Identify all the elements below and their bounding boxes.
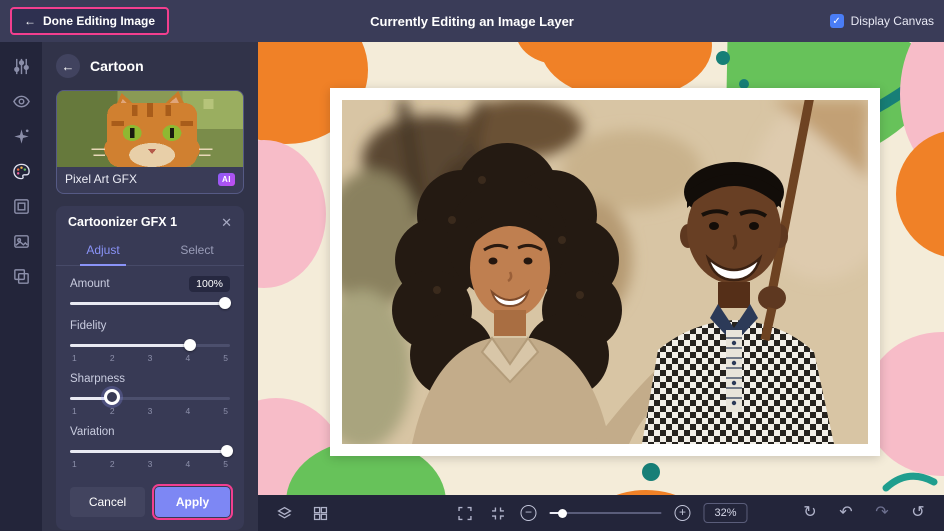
variation-slider-handle[interactable] (220, 445, 233, 457)
cartoon-panel: ← Cartoon Pixel Art GFX AI Cartoonizer G… (42, 42, 258, 531)
variation-control: Variation 1 2 3 4 5 (70, 424, 233, 469)
display-canvas-checkbox[interactable]: ✓ (829, 14, 844, 28)
page-title: Currently Editing an Image Layer (370, 13, 574, 29)
slider-fill (70, 302, 226, 305)
effects-icon[interactable] (11, 126, 31, 146)
canvas-toolbar: − + 32% ↻ ↶ ↷ ↺ (258, 495, 944, 531)
fidelity-ticks: 1 2 3 4 5 (70, 353, 230, 363)
cartoon-palette-icon[interactable] (11, 161, 31, 181)
zoom-in-icon[interactable]: + (674, 505, 691, 521)
cartoonizer-card: Cartoonizer GFX 1 ✕ Adjust Select Amount… (56, 206, 244, 530)
cancel-button[interactable]: Cancel (70, 487, 145, 517)
fit-to-screen-icon[interactable] (487, 503, 507, 523)
amount-control: Amount 100% (70, 276, 232, 310)
sharpness-control: Sharpness 1 2 3 4 5 (70, 371, 230, 416)
overlays-icon[interactable] (11, 231, 31, 251)
apply-button[interactable]: Apply (152, 484, 233, 520)
tick-label: 2 (109, 353, 115, 363)
sharpness-slider-handle[interactable] (103, 389, 120, 405)
textures-icon[interactable] (11, 266, 31, 286)
main-area: ← Cartoon Pixel Art GFX AI Cartoonizer G… (0, 42, 944, 531)
tab-adjust[interactable]: Adjust (56, 236, 150, 266)
top-bar: ← Done Editing Image Currently Editing a… (0, 0, 944, 42)
zoom-slider-handle[interactable] (558, 508, 568, 518)
tick-label: 3 (147, 353, 153, 363)
cartoon-couple-artwork (342, 100, 868, 444)
display-canvas-label: Display Canvas (850, 14, 934, 28)
fidelity-slider-handle[interactable] (184, 339, 196, 351)
tick-label: 4 (185, 459, 191, 469)
undo-icon[interactable]: ↶ (836, 503, 856, 523)
back-button[interactable]: ← (56, 54, 80, 78)
frames-icon[interactable] (11, 196, 31, 216)
variation-slider[interactable] (70, 444, 233, 458)
fidelity-label: Fidelity (70, 320, 107, 332)
tick-label: 3 (147, 406, 153, 416)
fidelity-slider[interactable] (70, 338, 230, 352)
cat-thumbnail-image (57, 91, 243, 167)
rotate-icon[interactable]: ↻ (800, 503, 820, 523)
amount-slider-handle[interactable] (219, 297, 232, 309)
tick-label: 1 (72, 406, 77, 416)
variation-ticks: 1 2 3 4 5 (70, 459, 230, 469)
adjust-icon[interactable] (11, 56, 31, 76)
history-icon[interactable]: ↺ (908, 503, 928, 523)
tick-label: 1 (72, 459, 77, 469)
tick-label: 4 (185, 353, 191, 363)
eye-icon[interactable] (11, 91, 31, 111)
panel-title: Cartoon (90, 58, 144, 74)
tick-label: 1 (72, 353, 77, 363)
slider-fill (70, 450, 227, 453)
layers-icon[interactable] (274, 503, 294, 523)
display-canvas-control: ✓ Display Canvas (829, 14, 934, 28)
tick-label: 5 (223, 459, 228, 469)
fullscreen-icon[interactable] (454, 503, 474, 523)
arrow-left-icon: ← (24, 14, 36, 28)
sharpness-ticks: 1 2 3 4 5 (70, 406, 230, 416)
canvas-area[interactable]: − + 32% ↻ ↶ ↷ ↺ (258, 42, 944, 531)
tick-label: 5 (223, 353, 228, 363)
tick-label: 3 (147, 459, 153, 469)
zoom-slider[interactable] (549, 507, 662, 519)
sharpness-slider[interactable] (70, 389, 230, 405)
tool-title: Cartoonizer GFX 1 (68, 215, 178, 229)
amount-slider[interactable] (70, 296, 232, 310)
zoom-level-value[interactable]: 32% (703, 503, 748, 523)
ai-badge: AI (218, 172, 235, 186)
close-icon[interactable]: ✕ (221, 216, 232, 229)
tools-sidebar (0, 42, 42, 531)
tool-tabs: Adjust Select (56, 236, 244, 266)
app-window: ← Done Editing Image Currently Editing a… (0, 0, 944, 531)
redo-icon[interactable]: ↷ (872, 503, 892, 523)
grid-icon[interactable] (310, 503, 330, 523)
tick-label: 4 (185, 406, 191, 416)
sharpness-label: Sharpness (70, 373, 125, 385)
variation-label: Variation (70, 426, 115, 438)
tick-label: 2 (109, 406, 115, 416)
done-editing-button[interactable]: ← Done Editing Image (10, 7, 170, 35)
edited-image[interactable] (330, 88, 880, 456)
tick-label: 2 (109, 459, 115, 469)
tab-select[interactable]: Select (150, 236, 244, 265)
amount-label: Amount (70, 278, 110, 290)
done-editing-label: Done Editing Image (43, 14, 156, 28)
thumbnail-label: Pixel Art GFX (65, 172, 138, 186)
pixel-art-gfx-card[interactable]: Pixel Art GFX AI (56, 90, 244, 194)
amount-value: 100% (189, 276, 230, 292)
fidelity-control: Fidelity 1 2 3 4 5 (70, 318, 230, 363)
tick-label: 5 (223, 406, 228, 416)
slider-fill (70, 344, 190, 347)
zoom-out-icon[interactable]: − (520, 505, 537, 521)
